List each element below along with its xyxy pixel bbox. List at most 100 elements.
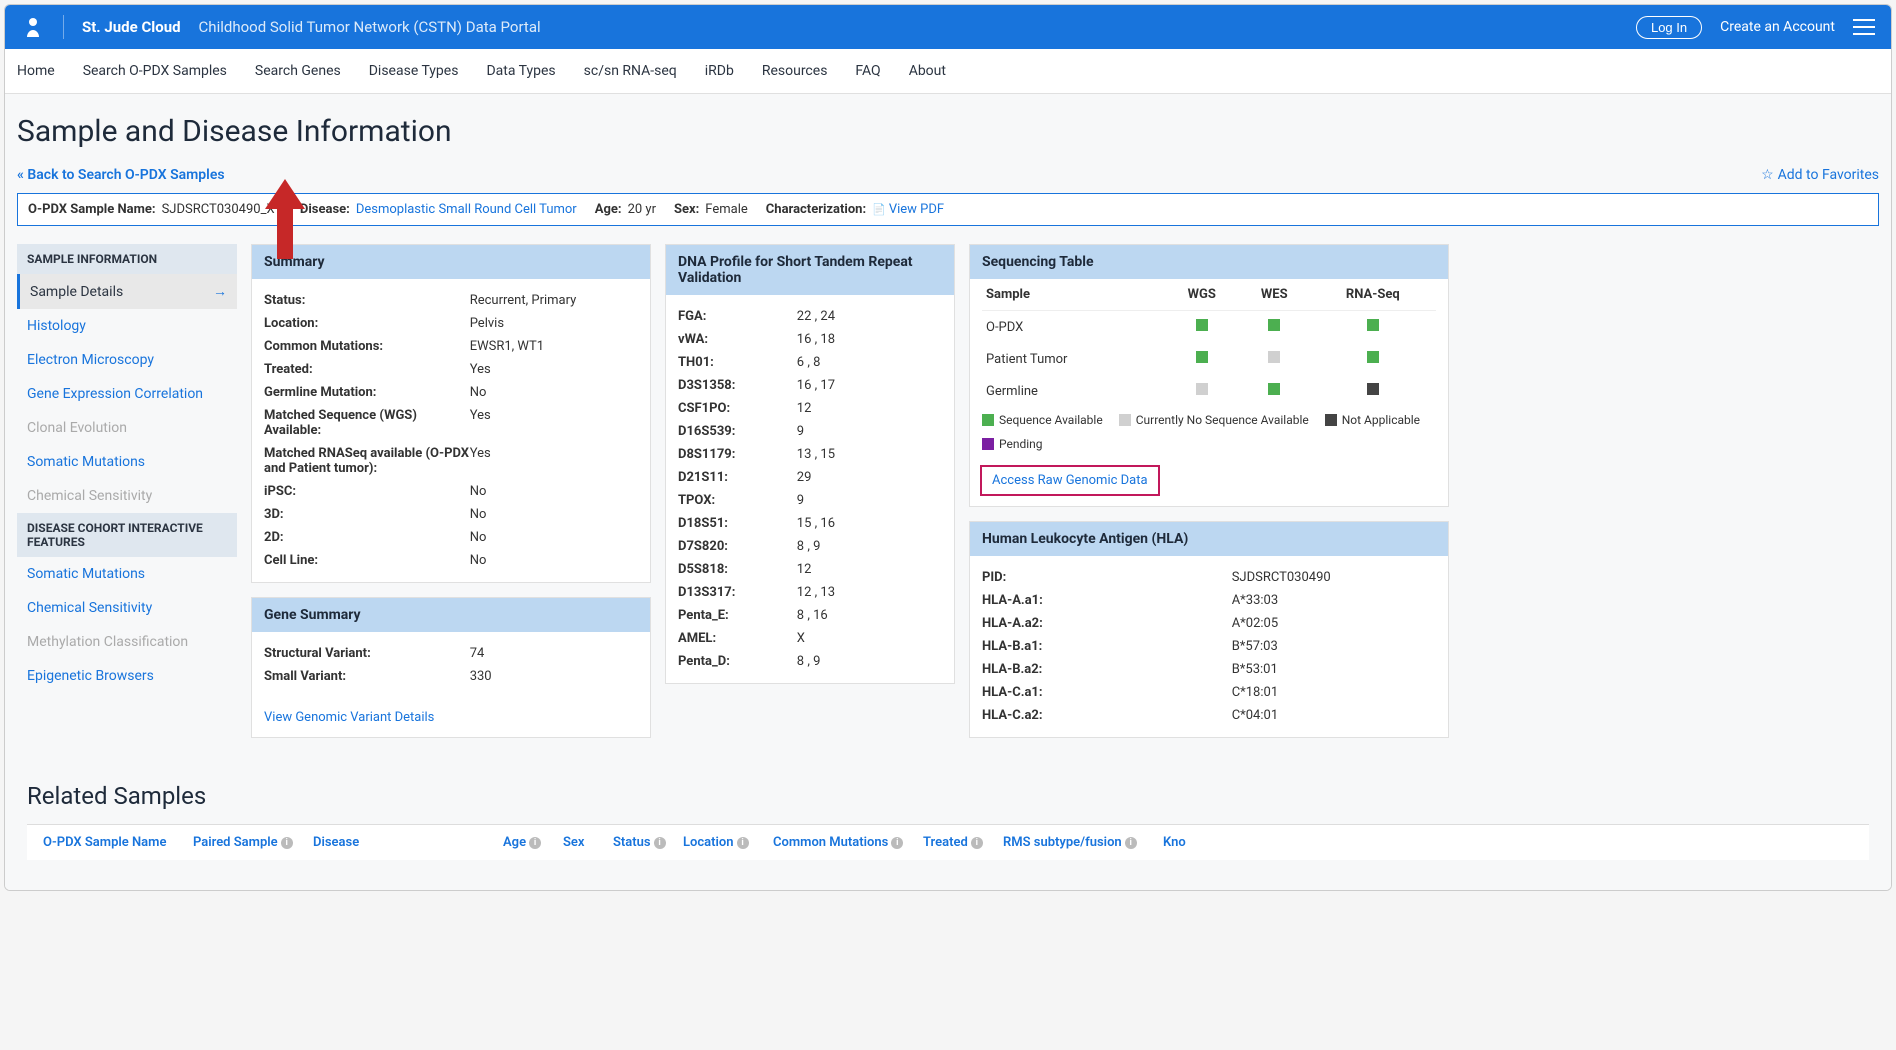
- add-favorite-link[interactable]: ☆ Add to Favorites: [1761, 167, 1879, 183]
- kv-row: D7S820:8 , 9: [678, 535, 942, 558]
- status-indicator-icon: [1367, 351, 1379, 363]
- view-genomic-variant-link[interactable]: View Genomic Variant Details: [264, 710, 434, 725]
- sidebar-section-cohort: DISEASE COHORT INTERACTIVE FEATURES: [17, 513, 237, 557]
- table-column-header[interactable]: Locationi: [675, 831, 765, 854]
- nav-irdb[interactable]: iRDb: [705, 49, 734, 93]
- gene-summary-card: Gene Summary Structural Variant:74Small …: [251, 597, 651, 738]
- kv-row: D18S51:15 , 16: [678, 512, 942, 535]
- sidebar-item-cohort-somatic[interactable]: Somatic Mutations: [17, 557, 237, 591]
- info-icon: i: [971, 837, 983, 849]
- sidebar-section-sample-info: SAMPLE INFORMATION: [17, 244, 237, 274]
- table-column-header[interactable]: Sex: [555, 831, 605, 854]
- info-icon: i: [891, 837, 903, 849]
- kv-row: FGA:22 , 24: [678, 305, 942, 328]
- legend-item: Pending: [982, 437, 1043, 451]
- legend-swatch-icon: [982, 414, 994, 426]
- sample-name-value: SJDSRCT030490_X1: [162, 202, 282, 217]
- kv-row: HLA-B.a1:B*57:03: [982, 635, 1436, 658]
- kv-row: TH01:6 , 8: [678, 351, 942, 374]
- table-column-header[interactable]: Common Mutationsi: [765, 831, 915, 854]
- nav-sc-sn-rnaseq[interactable]: sc/sn RNA-seq: [584, 49, 677, 93]
- kv-row: CSF1PO:12: [678, 397, 942, 420]
- kv-row: D21S11:29: [678, 466, 942, 489]
- status-indicator-icon: [1268, 319, 1280, 331]
- sidebar-item-somatic-mutations[interactable]: Somatic Mutations: [17, 445, 237, 479]
- kv-row: HLA-C.a1:C*18:01: [982, 681, 1436, 704]
- table-column-header[interactable]: Disease: [305, 831, 495, 854]
- nav-about[interactable]: About: [909, 49, 946, 93]
- nav-search-genes[interactable]: Search Genes: [255, 49, 341, 93]
- nav-faq[interactable]: FAQ: [855, 49, 880, 93]
- legend-item: Not Applicable: [1325, 413, 1420, 427]
- kv-row: D3S1358:16 , 17: [678, 374, 942, 397]
- sequencing-card: Sequencing Table Sample WGS WES RNA-Seq …: [969, 244, 1449, 507]
- status-indicator-icon: [1268, 351, 1280, 363]
- legend-item: Sequence Available: [982, 413, 1103, 427]
- view-pdf-link[interactable]: View PDF: [872, 202, 944, 217]
- kv-row: Cell Line:No: [264, 549, 638, 572]
- top-bar: St. Jude Cloud Childhood Solid Tumor Net…: [5, 5, 1891, 49]
- kv-row: TPOX:9: [678, 489, 942, 512]
- nav-home[interactable]: Home: [17, 49, 55, 93]
- table-column-header[interactable]: Statusi: [605, 831, 675, 854]
- nav-resources[interactable]: Resources: [762, 49, 828, 93]
- sidebar-item-chemical-sensitivity: Chemical Sensitivity: [17, 479, 237, 513]
- kv-row: Treated:Yes: [264, 358, 638, 381]
- table-column-header[interactable]: RMS subtype/fusioni: [995, 831, 1155, 854]
- kv-row: Status:Recurrent, Primary: [264, 289, 638, 312]
- kv-row: Structural Variant:74: [264, 642, 638, 665]
- status-indicator-icon: [1196, 319, 1208, 331]
- table-row: Patient Tumor: [982, 343, 1436, 375]
- kv-row: Penta_E:8 , 16: [678, 604, 942, 627]
- info-icon: i: [281, 837, 293, 849]
- kv-row: D5S818:12: [678, 558, 942, 581]
- sidebar: SAMPLE INFORMATION Sample Details→ Histo…: [17, 244, 237, 693]
- disease-link[interactable]: Desmoplastic Small Round Cell Tumor: [356, 202, 577, 217]
- nav-search-opdx[interactable]: Search O-PDX Samples: [83, 49, 227, 93]
- nav-disease-types[interactable]: Disease Types: [369, 49, 459, 93]
- kv-row: D13S317:12 , 13: [678, 581, 942, 604]
- status-indicator-icon: [1268, 383, 1280, 395]
- table-row: O-PDX: [982, 311, 1436, 344]
- nav-data-types[interactable]: Data Types: [486, 49, 555, 93]
- kv-row: AMEL:X: [678, 627, 942, 650]
- page-title: Sample and Disease Information: [17, 114, 1879, 149]
- back-link[interactable]: « Back to Search O-PDX Samples: [17, 167, 225, 183]
- sidebar-item-cohort-chemical[interactable]: Chemical Sensitivity: [17, 591, 237, 625]
- status-indicator-icon: [1367, 319, 1379, 331]
- main-nav: Home Search O-PDX Samples Search Genes D…: [5, 49, 1891, 94]
- kv-row: HLA-A.a1:A*33:03: [982, 589, 1436, 612]
- kv-row: Matched Sequence (WGS) Available:Yes: [264, 404, 638, 442]
- kv-row: Small Variant:330: [264, 665, 638, 688]
- star-icon: ☆: [1761, 167, 1774, 183]
- create-account-link[interactable]: Create an Account: [1720, 19, 1835, 35]
- logo-icon: [21, 15, 45, 39]
- table-column-header[interactable]: Kno: [1155, 831, 1195, 854]
- access-raw-data-highlight: Access Raw Genomic Data: [980, 465, 1160, 496]
- sidebar-item-histology[interactable]: Histology: [17, 309, 237, 343]
- table-column-header[interactable]: Treatedi: [915, 831, 995, 854]
- sidebar-item-electron-microscopy[interactable]: Electron Microscopy: [17, 343, 237, 377]
- kv-row: Germline Mutation:No: [264, 381, 638, 404]
- menu-icon[interactable]: [1853, 19, 1875, 35]
- access-raw-data-link[interactable]: Access Raw Genomic Data: [982, 467, 1158, 494]
- table-column-header[interactable]: Agei: [495, 831, 555, 854]
- kv-row: vWA:16 , 18: [678, 328, 942, 351]
- kv-row: HLA-A.a2:A*02:05: [982, 612, 1436, 635]
- kv-row: iPSC:No: [264, 480, 638, 503]
- sidebar-item-cohort-epigenetic[interactable]: Epigenetic Browsers: [17, 659, 237, 693]
- info-icon: i: [529, 837, 541, 849]
- related-samples-section: Related Samples O-PDX Sample NamePaired …: [17, 782, 1879, 860]
- sidebar-item-gene-expression[interactable]: Gene Expression Correlation: [17, 377, 237, 411]
- info-icon: i: [737, 837, 749, 849]
- summary-card: Summary Status:Recurrent, PrimaryLocatio…: [251, 244, 651, 583]
- portal-name: Childhood Solid Tumor Network (CSTN) Dat…: [199, 18, 541, 36]
- sidebar-item-sample-details[interactable]: Sample Details→: [17, 274, 237, 309]
- table-column-header[interactable]: O-PDX Sample Name: [35, 831, 185, 854]
- kv-row: 2D:No: [264, 526, 638, 549]
- kv-row: D16S539:9: [678, 420, 942, 443]
- arrow-right-icon: →: [213, 283, 227, 300]
- login-button[interactable]: Log In: [1636, 16, 1702, 39]
- kv-row: Common Mutations:EWSR1, WT1: [264, 335, 638, 358]
- table-column-header[interactable]: Paired Samplei: [185, 831, 305, 854]
